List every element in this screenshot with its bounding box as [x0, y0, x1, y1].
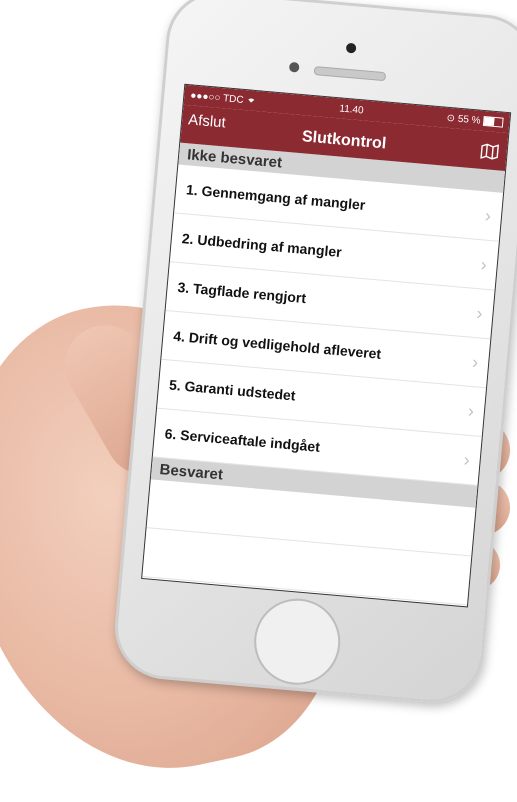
back-button[interactable]: Afslut — [188, 111, 227, 131]
map-icon[interactable] — [480, 143, 500, 165]
battery-indicator: ⊙ 55 % — [446, 112, 504, 128]
chevron-right-icon: › — [475, 302, 484, 324]
chevron-right-icon: › — [484, 204, 492, 226]
list-item-label: 2. Udbedring af mangler — [181, 230, 343, 261]
chevron-right-icon: › — [467, 400, 475, 421]
app-screen: ●●●○○ TDC 11.40 ⊙ 55 % Afslut Slutkontro… — [141, 83, 512, 608]
battery-icon — [482, 115, 504, 128]
chevron-right-icon: › — [479, 253, 488, 275]
wifi-icon — [246, 95, 257, 107]
page-title: Slutkontrol — [301, 128, 387, 153]
list-item-label: 1. Gennemgang af mangler — [185, 181, 366, 213]
list-item-label: 4. Drift og vedligehold afleveret — [172, 327, 382, 362]
list-item-label: 5. Garanti udstedet — [168, 376, 297, 404]
chevron-right-icon: › — [462, 449, 471, 470]
clock: 11.40 — [338, 102, 365, 116]
phone: ●●●○○ TDC 11.40 ⊙ 55 % Afslut Slutkontro… — [110, 0, 517, 707]
list-item-label: 6. Serviceaftale indgået — [164, 425, 321, 455]
list-item-label: 3. Tagflade rengjort — [176, 278, 307, 307]
chevron-right-icon: › — [471, 351, 480, 372]
orientation-lock-icon: ⊙ — [446, 112, 456, 124]
carrier-label: ●●●○○ TDC — [190, 90, 257, 107]
